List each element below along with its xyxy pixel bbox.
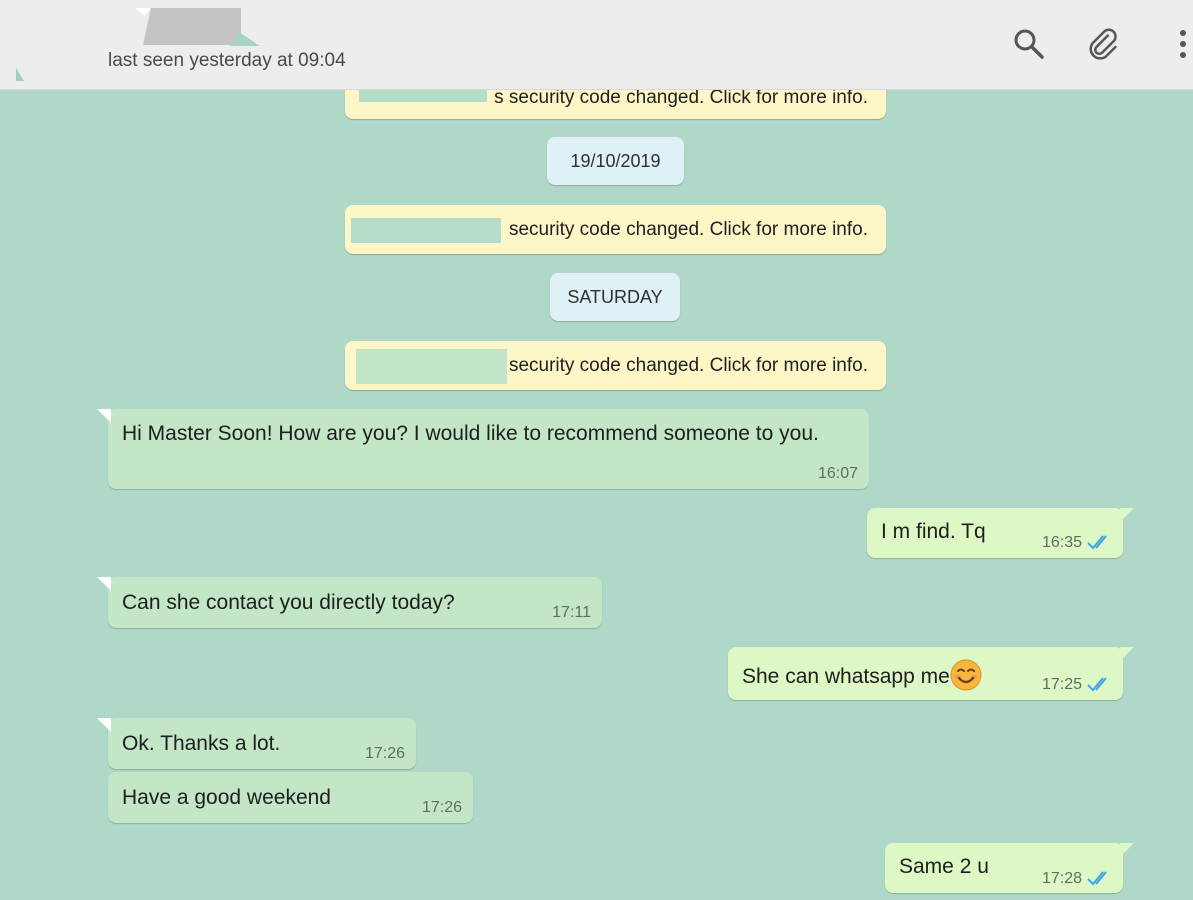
message-text: Have a good weekend — [122, 786, 331, 809]
system-message-text: security code changed. Click for more in… — [508, 354, 868, 376]
double-check-icon — [1087, 535, 1107, 550]
date-separator: 19/10/2019 — [547, 137, 684, 185]
search-button[interactable] — [1009, 24, 1049, 64]
menu-button[interactable] — [1165, 24, 1193, 64]
date-label: SATURDAY — [567, 286, 663, 307]
bubble-tail — [97, 718, 111, 732]
bubble-tail — [97, 409, 111, 423]
message-text: She can whatsapp me — [742, 665, 950, 688]
message-time: 17:26 — [364, 745, 405, 762]
message-text: Can she contact you directly today? — [122, 591, 455, 614]
bubble-tail — [97, 577, 111, 591]
double-check-icon — [1087, 871, 1107, 886]
attach-icon — [1089, 28, 1117, 60]
message-time: 16:35 — [1042, 534, 1083, 551]
redaction-mark — [135, 8, 151, 16]
message-bubble-incoming[interactable]: Can she contact you directly today? 17:1… — [97, 577, 602, 628]
message-time: 17:11 — [552, 604, 591, 621]
message-bubble-incoming[interactable]: Hi Master Soon! How are you? I would lik… — [97, 409, 869, 489]
message-time: 17:28 — [1042, 870, 1083, 887]
message-text: I m find. Tq — [881, 520, 986, 543]
message-bubble-outgoing[interactable]: She can whatsapp me 17:25 — [728, 647, 1134, 700]
message-text: Ok. Thanks a lot. — [122, 732, 281, 755]
bubble-tail — [1120, 508, 1134, 522]
system-message[interactable]: s security code changed. Click for more … — [345, 90, 886, 119]
redaction-mark — [356, 349, 507, 384]
menu-icon — [1180, 30, 1186, 58]
message-text-group: She can whatsapp me — [742, 659, 982, 691]
last-seen-status: last seen yesterday at 09:04 — [108, 50, 346, 71]
redaction-mark — [359, 90, 487, 102]
system-message-text: security code changed. Click for more in… — [508, 218, 868, 240]
bubble-tail — [1120, 647, 1134, 661]
message-time: 17:26 — [421, 799, 462, 816]
message-time: 17:25 — [1042, 676, 1083, 693]
chat-header: last seen yesterday at 09:04 — [0, 0, 1193, 90]
avatar[interactable] — [16, 68, 24, 81]
contact-name-redacted[interactable] — [143, 8, 241, 45]
message-bubble-outgoing[interactable]: I m find. Tq 16:35 — [867, 508, 1134, 558]
message-text: Hi Master Soon! How are you? I would lik… — [122, 422, 819, 445]
system-message-text: s security code changed. Click for more … — [494, 90, 868, 108]
double-check-icon — [1087, 677, 1107, 692]
date-label: 19/10/2019 — [570, 150, 661, 171]
message-bubble-incoming[interactable]: Have a good weekend 17:26 — [108, 772, 473, 823]
search-icon — [1014, 29, 1044, 59]
system-message[interactable]: security code changed. Click for more in… — [345, 205, 886, 254]
system-message[interactable]: security code changed. Click for more in… — [345, 341, 886, 390]
message-bubble-incoming[interactable]: Ok. Thanks a lot. 17:26 — [97, 718, 416, 769]
message-time: 16:07 — [817, 465, 858, 482]
message-list[interactable]: s security code changed. Click for more … — [0, 90, 1193, 900]
smiling-face-emoji — [950, 659, 982, 691]
redaction-mark — [351, 218, 501, 243]
message-bubble-outgoing[interactable]: Same 2 u 17:28 — [885, 843, 1134, 893]
bubble-tail — [1120, 843, 1134, 857]
message-text: Same 2 u — [899, 855, 989, 878]
attach-button[interactable] — [1086, 24, 1126, 64]
date-separator: SATURDAY — [550, 273, 680, 321]
